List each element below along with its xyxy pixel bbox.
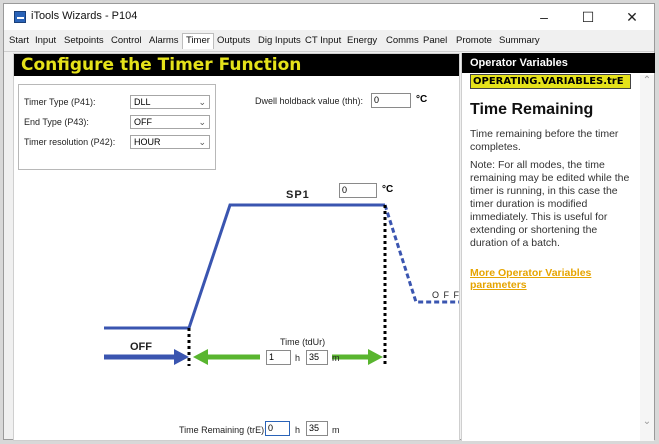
time-remaining-hours-unit: h: [295, 425, 301, 435]
tab-dig-inputs[interactable]: Dig Inputs: [258, 35, 301, 46]
setpoint-profile-line: [104, 203, 385, 330]
tab-summary[interactable]: Summary: [499, 35, 540, 46]
tab-input[interactable]: Input: [35, 35, 56, 46]
sp1-input[interactable]: 0: [339, 183, 377, 198]
tab-panel[interactable]: Panel: [423, 35, 447, 46]
time-arrow-left-head: [193, 349, 208, 365]
time-minutes-unit: m: [332, 353, 340, 363]
more-operator-variables-link[interactable]: More Operator Variables parameters: [470, 267, 630, 291]
off-end-label: O F F: [432, 290, 460, 300]
tab-ct-input[interactable]: CT Input: [305, 35, 341, 46]
help-header: Operator Variables: [462, 53, 655, 73]
help-title: Time Remaining: [470, 101, 594, 118]
time-hours-input[interactable]: 1: [266, 350, 291, 365]
tab-timer[interactable]: Timer: [182, 33, 214, 49]
tab-start[interactable]: Start: [9, 35, 29, 46]
window-title: iTools Wizards - P104: [31, 10, 138, 22]
app-window: iTools Wizards - P104 – ☐ ✕ Start Input …: [3, 3, 655, 441]
time-remaining-hours-input[interactable]: 0: [265, 421, 290, 436]
tab-promote[interactable]: Promote: [456, 35, 492, 46]
help-scrollbar[interactable]: ⌃ ⌄: [640, 75, 654, 441]
off-label: OFF: [130, 341, 152, 353]
help-panel: Operator Variables OPERATING.VARIABLES.t…: [461, 53, 655, 441]
chevron-up-icon[interactable]: ⌃: [640, 75, 654, 86]
help-note: Note: For all modes, the time remaining …: [470, 159, 630, 249]
maximize-button[interactable]: ☐: [566, 6, 610, 28]
time-arrow-right-head: [368, 349, 383, 365]
title-bar: iTools Wizards - P104 – ☐ ✕: [4, 4, 654, 30]
tab-strip: Start Input Setpoints Control Alarms Tim…: [4, 31, 654, 52]
chevron-down-icon[interactable]: ⌄: [640, 416, 654, 427]
time-minutes-input[interactable]: 35: [306, 350, 328, 365]
minimize-button[interactable]: –: [522, 6, 566, 28]
tab-energy[interactable]: Energy: [347, 35, 377, 46]
tab-alarms[interactable]: Alarms: [149, 35, 179, 46]
itools-app-icon: [14, 11, 26, 23]
off-arrow-head: [174, 349, 189, 365]
time-remaining-label: Time Remaining (trE):: [179, 425, 267, 435]
help-variable-name: OPERATING.VARIABLES.trE: [470, 74, 631, 89]
time-remaining-minutes-input[interactable]: 35: [306, 421, 328, 436]
close-button[interactable]: ✕: [610, 6, 654, 28]
time-hours-unit: h: [295, 353, 301, 363]
help-description: Time remaining before the timer complete…: [470, 128, 619, 153]
tab-outputs[interactable]: Outputs: [217, 35, 250, 46]
time-remaining-minutes-unit: m: [332, 425, 340, 435]
timer-profile-diagram: [104, 203, 459, 366]
tab-control[interactable]: Control: [111, 35, 142, 46]
off-ramp-dashed-line: [383, 204, 459, 304]
tab-setpoints[interactable]: Setpoints: [64, 35, 104, 46]
tab-comms[interactable]: Comms: [386, 35, 419, 46]
wizard-panel: Configure the Timer Function Timer Type …: [13, 53, 460, 441]
sp1-unit: °C: [382, 184, 394, 195]
time-duration-label: Time (tdUr): [280, 337, 326, 347]
sp1-label: SP1: [286, 189, 310, 201]
